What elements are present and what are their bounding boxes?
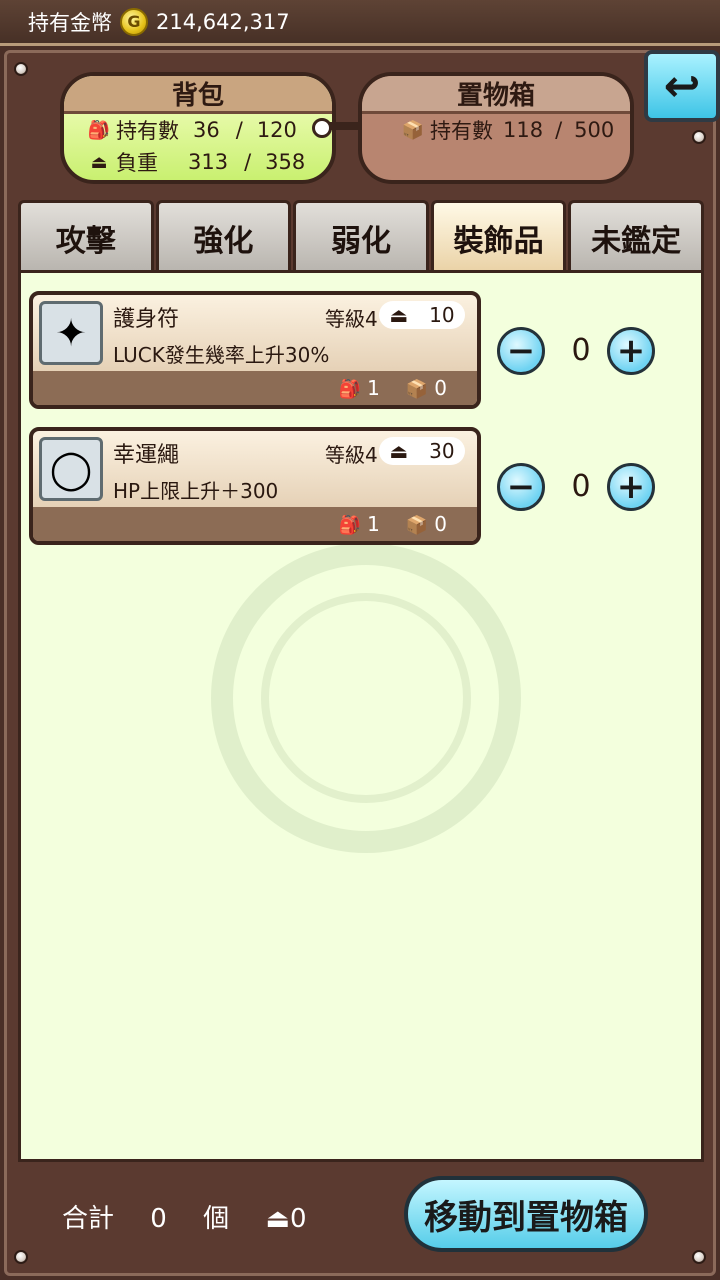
money-label: 持有金幣 bbox=[28, 10, 112, 35]
weight-icon: ⏏ bbox=[389, 303, 409, 327]
tab-accessory[interactable]: 裝飾品 bbox=[430, 200, 567, 272]
total-unit: 個 bbox=[203, 1204, 230, 1234]
item-box-count: 0 bbox=[434, 376, 447, 400]
item-name: 幸運繩 bbox=[113, 443, 180, 468]
storage-count-label: 持有數 bbox=[430, 119, 493, 143]
rivet-icon bbox=[692, 130, 706, 144]
list-item[interactable]: ◯ 幸運繩 等級4 ⏏ 30 HP上限上升＋300 🎒 1 📦 0 bbox=[29, 427, 481, 545]
item-quantity: 0 bbox=[571, 469, 591, 504]
increase-button[interactable]: + bbox=[607, 327, 655, 375]
item-description: HP上限上升＋300 bbox=[113, 479, 279, 503]
storage-panel: 置物箱 📦 持有數 118 / 500 bbox=[358, 72, 634, 184]
tab-unidentified[interactable]: 未鑑定 bbox=[568, 200, 704, 272]
item-bag-count: 1 bbox=[367, 376, 380, 400]
total-weight-value: 0 bbox=[289, 1204, 307, 1234]
total-label: 合計 bbox=[62, 1204, 115, 1234]
bag-title: 背包 bbox=[64, 76, 332, 114]
tab-buff[interactable]: 強化 bbox=[155, 200, 292, 272]
item-weight-value: 30 bbox=[429, 439, 455, 463]
item-list: ✦ 護身符 等級4 ⏏ 10 LUCK發生幾率上升30% 🎒 1 📦 0 − 0 +… bbox=[18, 270, 704, 1162]
category-tabs: 攻擊 強化 弱化 裝飾品 未鑑定 bbox=[18, 200, 704, 272]
item-bag-count: 1 bbox=[367, 512, 380, 536]
storage-title: 置物箱 bbox=[362, 76, 630, 114]
tab-debuff[interactable]: 弱化 bbox=[293, 200, 429, 272]
separator: / bbox=[235, 118, 243, 142]
box-icon: 📦 bbox=[405, 515, 429, 536]
weight-icon: ⏏ bbox=[90, 151, 108, 173]
amulet-icon: ✦ bbox=[39, 301, 103, 365]
box-icon: 📦 bbox=[405, 379, 429, 400]
lucky-rope-icon: ◯ bbox=[39, 437, 103, 501]
footer-bar: 合計 0 個 ⏏0 移動到置物箱 bbox=[0, 1166, 720, 1280]
box-icon: 📦 bbox=[401, 119, 425, 141]
backpack-icon: 🎒 bbox=[338, 515, 362, 536]
separator: / bbox=[555, 118, 563, 142]
tab-attack[interactable]: 攻擊 bbox=[18, 200, 154, 272]
list-item[interactable]: ✦ 護身符 等級4 ⏏ 10 LUCK發生幾率上升30% 🎒 1 📦 0 bbox=[29, 291, 481, 409]
storage-count-row: 📦 持有數 118 / 500 bbox=[362, 114, 630, 146]
back-arrow-icon: ↩ bbox=[663, 60, 701, 112]
storage-count-value: 118 bbox=[503, 118, 544, 142]
storage-count-max: 500 bbox=[574, 118, 615, 142]
money-bar: 持有金幣 G 214,642,317 bbox=[0, 0, 720, 46]
total-summary: 合計 0 個 ⏏0 bbox=[62, 1198, 307, 1235]
item-weight: ⏏ 10 bbox=[379, 301, 465, 329]
item-weight-value: 10 bbox=[429, 303, 455, 327]
bag-panel: 背包 🎒 持有數 36 / 120 ⏏ 負重 313 / 358 bbox=[60, 72, 336, 184]
weight-icon: ⏏ bbox=[389, 439, 409, 463]
bag-count-value: 36 bbox=[193, 118, 220, 142]
bag-weight-row: ⏏ 負重 313 / 358 bbox=[64, 146, 332, 178]
decrease-button[interactable]: − bbox=[497, 327, 545, 375]
bag-count-label: 持有數 bbox=[116, 119, 179, 143]
increase-button[interactable]: + bbox=[607, 463, 655, 511]
total-value: 0 bbox=[150, 1204, 167, 1234]
backpack-icon: 🎒 bbox=[87, 119, 111, 141]
money-value: 214,642,317 bbox=[156, 9, 290, 34]
gold-coin-icon: G bbox=[120, 7, 148, 36]
item-level: 等級4 bbox=[325, 443, 378, 467]
item-description: LUCK發生幾率上升30% bbox=[113, 343, 330, 367]
item-counts: 🎒 1 📦 0 bbox=[33, 507, 477, 541]
weight-icon: ⏏ bbox=[265, 1204, 290, 1234]
rivet-icon bbox=[14, 62, 28, 76]
item-weight: ⏏ 30 bbox=[379, 437, 465, 465]
bag-count-max: 120 bbox=[256, 118, 297, 142]
item-quantity: 0 bbox=[571, 333, 591, 368]
item-box-count: 0 bbox=[434, 512, 447, 536]
back-button[interactable]: ↩ bbox=[644, 50, 720, 122]
bag-weight-max: 358 bbox=[265, 150, 306, 174]
separator: / bbox=[244, 150, 252, 174]
move-to-storage-button[interactable]: 移動到置物箱 bbox=[404, 1176, 648, 1252]
bag-count-row: 🎒 持有數 36 / 120 bbox=[64, 114, 332, 146]
backpack-icon: 🎒 bbox=[338, 379, 362, 400]
item-counts: 🎒 1 📦 0 bbox=[33, 371, 477, 405]
item-name: 護身符 bbox=[113, 307, 180, 332]
item-level: 等級4 bbox=[325, 307, 378, 331]
decrease-button[interactable]: − bbox=[497, 463, 545, 511]
bag-weight-value: 313 bbox=[188, 150, 229, 174]
watermark-emblem-inner bbox=[261, 593, 471, 803]
bag-weight-label: 負重 bbox=[116, 151, 158, 175]
